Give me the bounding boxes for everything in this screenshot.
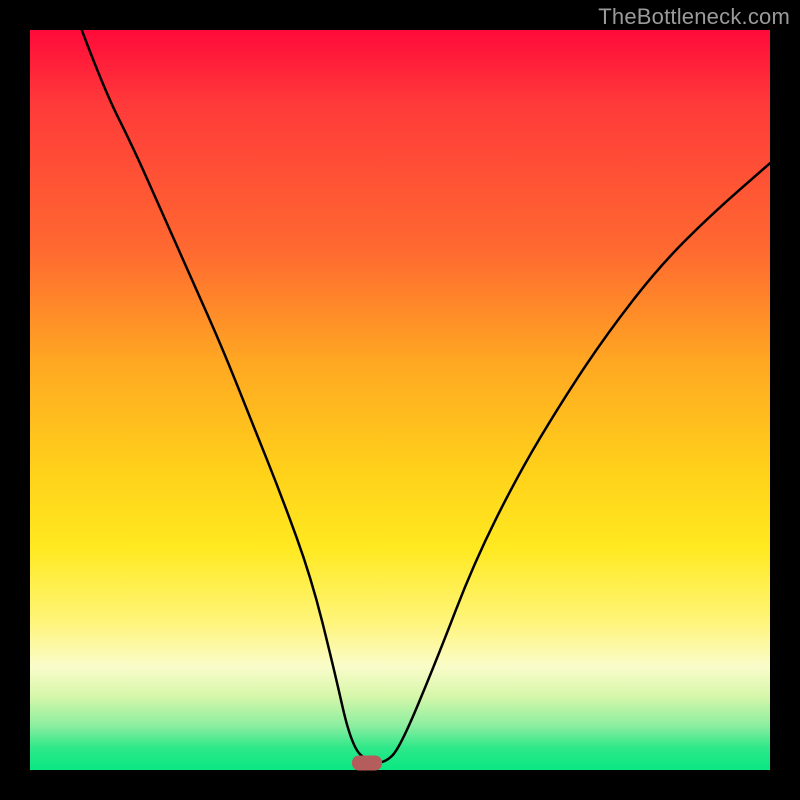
curve-path xyxy=(82,30,770,763)
chart-frame: TheBottleneck.com xyxy=(0,0,800,800)
optimum-marker xyxy=(352,755,382,770)
plot-area xyxy=(30,30,770,770)
bottleneck-curve xyxy=(30,30,770,770)
watermark-text: TheBottleneck.com xyxy=(598,4,790,30)
